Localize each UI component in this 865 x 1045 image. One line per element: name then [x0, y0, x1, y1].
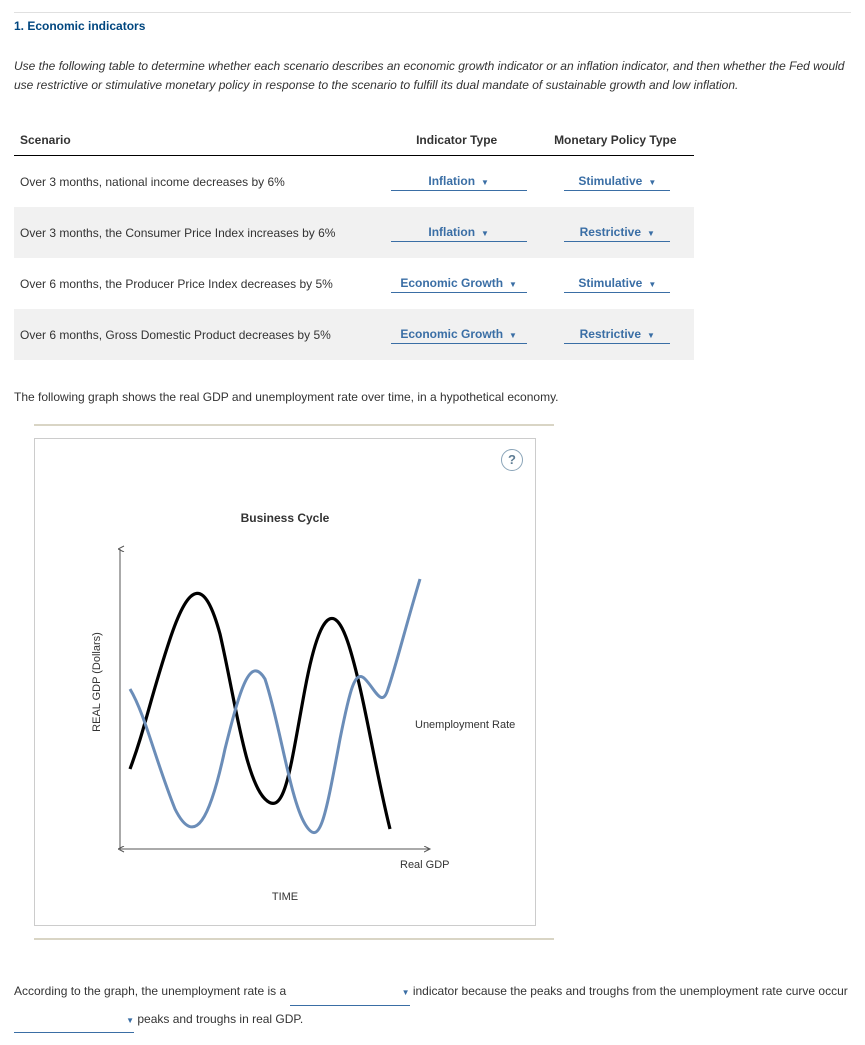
legend-unemployment: Unemployment Rate	[415, 719, 515, 731]
policy-dropdown[interactable]: Stimulative▼	[564, 172, 670, 191]
chevron-down-icon: ▼	[647, 229, 655, 238]
graph-intro-text: The following graph shows the real GDP a…	[14, 390, 851, 404]
indicator-dropdown[interactable]: Economic Growth▼	[391, 274, 527, 293]
chart-plot	[90, 539, 460, 869]
col-policy: Monetary Policy Type	[541, 125, 694, 156]
scenario-cell: Over 3 months, national income decreases…	[14, 156, 377, 208]
policy-dropdown[interactable]: Stimulative▼	[564, 274, 670, 293]
business-cycle-chart: ? Business Cycle REAL GDP (Dollars) Unem…	[34, 438, 536, 926]
scenario-cell: Over 3 months, the Consumer Price Index …	[14, 207, 377, 258]
indicator-dropdown[interactable]: Inflation▼	[391, 223, 527, 242]
x-axis-label: TIME	[35, 891, 535, 903]
table-row: Over 3 months, the Consumer Price Index …	[14, 207, 694, 258]
policy-dropdown[interactable]: Restrictive▼	[564, 223, 670, 242]
legend-real-gdp: Real GDP	[400, 859, 450, 871]
chevron-down-icon: ▼	[126, 1016, 134, 1025]
chevron-down-icon: ▼	[647, 331, 655, 340]
indicator-dropdown[interactable]: Inflation▼	[391, 172, 527, 191]
sentence-part2: indicator because the peaks and troughs …	[413, 984, 848, 998]
instructions-text: Use the following table to determine whe…	[14, 57, 851, 95]
chevron-down-icon: ▼	[402, 988, 410, 997]
scenario-cell: Over 6 months, the Producer Price Index …	[14, 258, 377, 309]
policy-dropdown[interactable]: Restrictive▼	[564, 325, 670, 344]
table-row: Over 6 months, the Producer Price Index …	[14, 258, 694, 309]
chevron-down-icon: ▼	[648, 178, 656, 187]
chart-bottom-rule	[34, 938, 554, 940]
help-icon[interactable]: ?	[501, 449, 523, 471]
sentence-part1: According to the graph, the unemployment…	[14, 984, 286, 998]
table-row: Over 6 months, Gross Domestic Product de…	[14, 309, 694, 360]
fill-in-sentence: According to the graph, the unemployment…	[14, 978, 851, 1033]
indicator-type-dropdown[interactable]: ▼	[290, 978, 410, 1005]
scenario-table: Scenario Indicator Type Monetary Policy …	[14, 125, 694, 360]
chart-title: Business Cycle	[35, 511, 535, 525]
chevron-down-icon: ▼	[648, 280, 656, 289]
section-title: 1. Economic indicators	[14, 12, 851, 33]
chart-top-rule	[34, 424, 554, 426]
col-indicator: Indicator Type	[377, 125, 541, 156]
chevron-down-icon: ▼	[509, 280, 517, 289]
chevron-down-icon: ▼	[509, 331, 517, 340]
scenario-cell: Over 6 months, Gross Domestic Product de…	[14, 309, 377, 360]
chevron-down-icon: ▼	[481, 178, 489, 187]
chevron-down-icon: ▼	[481, 229, 489, 238]
table-row: Over 3 months, national income decreases…	[14, 156, 694, 208]
col-scenario: Scenario	[14, 125, 377, 156]
timing-dropdown[interactable]: ▼	[14, 1006, 134, 1033]
indicator-dropdown[interactable]: Economic Growth▼	[391, 325, 527, 344]
